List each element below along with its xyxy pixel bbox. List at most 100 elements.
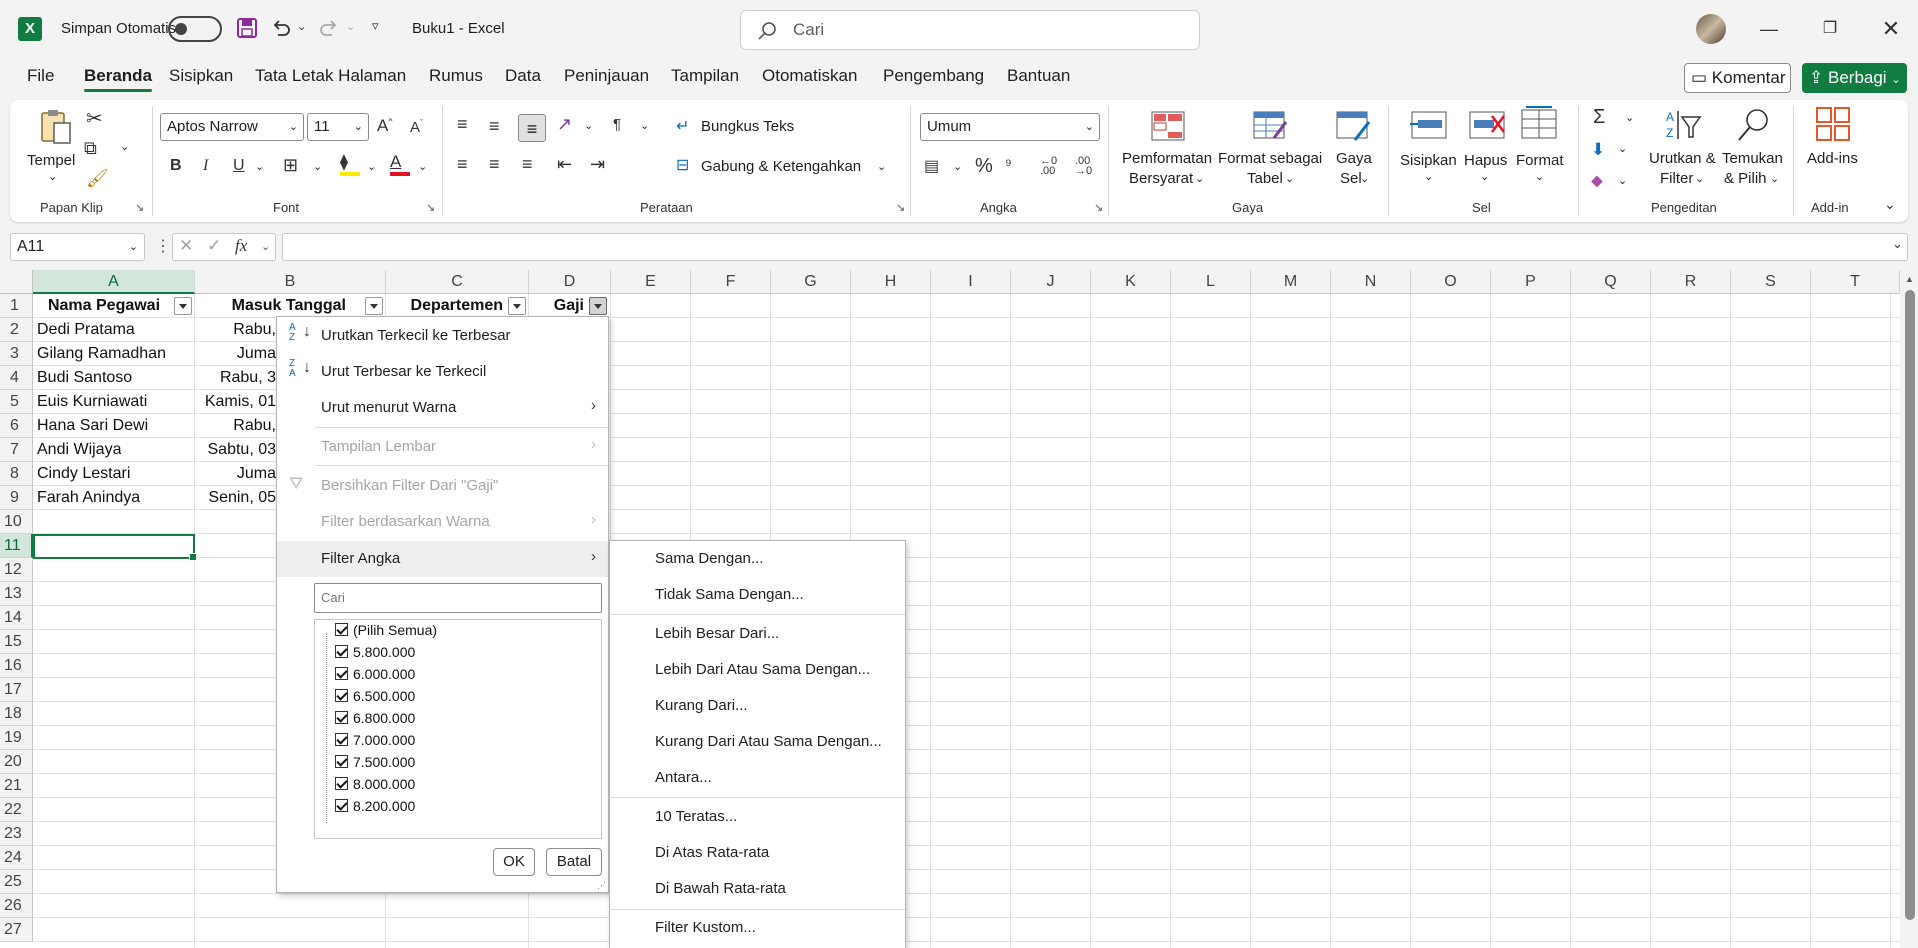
italic-button[interactable]: I	[203, 157, 208, 175]
row-header[interactable]: 25	[0, 870, 33, 894]
column-header[interactable]: K	[1091, 270, 1171, 294]
column-header[interactable]: S	[1731, 270, 1811, 294]
cell-styles-label-2[interactable]: Sel	[1340, 170, 1362, 187]
column-header[interactable]: C	[386, 270, 529, 294]
increase-font-icon[interactable]: A^	[377, 116, 393, 136]
row-header[interactable]: 11	[0, 534, 33, 558]
insert-cells-dropdown-icon[interactable]: ⌄	[1424, 170, 1433, 183]
currency-dropdown-icon[interactable]: ⌄	[953, 160, 962, 173]
conditional-formatting-dropdown-icon[interactable]: ⌄	[1195, 172, 1204, 185]
align-left-icon[interactable]: ≡	[457, 154, 468, 175]
font-launcher-icon[interactable]: ↘	[426, 201, 435, 214]
row-header[interactable]: 12	[0, 558, 33, 582]
table-cell[interactable]: Budi Santoso	[37, 366, 132, 390]
fill-icon[interactable]: ⬇	[1591, 140, 1605, 160]
table-cell[interactable]: Euis Kurniawati	[37, 390, 147, 414]
format-as-table-label-2[interactable]: Tabel	[1247, 170, 1283, 187]
submenu-item[interactable]: Antara...	[655, 769, 712, 786]
submenu-item[interactable]: Lebih Dari Atau Sama Dengan...	[655, 661, 870, 678]
paste-dropdown-icon[interactable]: ⌄	[48, 170, 57, 183]
row-header[interactable]: 24	[0, 846, 33, 870]
table-header-cell[interactable]: Departemen	[387, 294, 509, 318]
row-header[interactable]: 21	[0, 774, 33, 798]
submenu-item[interactable]: Kurang Dari...	[655, 697, 748, 714]
table-cell[interactable]: Andi Wijaya	[37, 438, 121, 462]
find-select-dropdown-icon[interactable]: ⌄	[1770, 172, 1779, 185]
merge-center-button[interactable]: Gabung & Ketengahkan	[701, 158, 861, 175]
column-header[interactable]: E	[611, 270, 691, 294]
column-header[interactable]: P	[1491, 270, 1571, 294]
row-header[interactable]: 26	[0, 894, 33, 918]
paste-label[interactable]: Tempel	[27, 152, 75, 169]
find-select-label-1[interactable]: Temukan	[1722, 150, 1783, 167]
collapse-ribbon-icon[interactable]: ⌄	[1884, 196, 1896, 213]
alignment-launcher-icon[interactable]: ↘	[896, 201, 905, 214]
table-cell[interactable]: Dedi Pratama	[37, 318, 135, 342]
paste-icon[interactable]	[36, 107, 76, 147]
minimize-icon[interactable]: —	[1754, 14, 1784, 44]
checkbox[interactable]	[335, 755, 348, 768]
tab-rumus[interactable]: Rumus	[429, 66, 483, 86]
submenu-item[interactable]: 10 Teratas...	[655, 808, 737, 825]
row-header[interactable]: 10	[0, 510, 33, 534]
submenu-item[interactable]: Tidak Sama Dengan...	[655, 586, 804, 603]
orientation-dropdown-icon[interactable]: ⌄	[584, 119, 593, 132]
scroll-up-icon[interactable]: ▲	[1905, 274, 1914, 284]
checkbox[interactable]	[335, 623, 348, 636]
insert-cells-label[interactable]: Sisipkan	[1400, 152, 1457, 169]
share-button[interactable]: ⇪ Berbagi ⌄	[1802, 63, 1907, 93]
column-header[interactable]: R	[1651, 270, 1731, 294]
table-cell[interactable]: Juma	[196, 342, 276, 366]
cell-styles-label-1[interactable]: Gaya	[1336, 150, 1372, 167]
search-box[interactable]: Cari	[740, 10, 1200, 50]
format-as-table-label-1[interactable]: Format sebagai	[1218, 150, 1322, 167]
format-as-table-icon[interactable]	[1252, 108, 1288, 144]
filter-search-input[interactable]: Cari	[314, 583, 602, 613]
orientation-icon[interactable]: ↗	[557, 114, 572, 135]
scrollbar-thumb[interactable]	[1905, 290, 1915, 920]
column-header[interactable]: A	[33, 270, 195, 294]
row-header[interactable]: 6	[0, 414, 33, 438]
conditional-formatting-label-2[interactable]: Bersyarat	[1129, 170, 1193, 187]
function-dropdown-icon[interactable]: ⌄	[261, 240, 270, 253]
checkbox[interactable]	[335, 733, 348, 746]
tab-beranda[interactable]: Beranda	[84, 66, 153, 92]
tab-sisipkan[interactable]: Sisipkan	[169, 66, 233, 86]
row-header[interactable]: 18	[0, 702, 33, 726]
underline-button[interactable]: U	[233, 157, 245, 175]
column-header[interactable]: L	[1171, 270, 1251, 294]
tab-pengembang[interactable]: Pengembang	[883, 66, 984, 86]
column-header[interactable]: F	[691, 270, 771, 294]
row-header[interactable]: 3	[0, 342, 33, 366]
column-header[interactable]: M	[1251, 270, 1331, 294]
sort-filter-icon[interactable]: AZ	[1664, 107, 1704, 143]
row-header[interactable]: 23	[0, 822, 33, 846]
table-cell[interactable]: Juma	[196, 462, 276, 486]
row-header[interactable]: 13	[0, 582, 33, 606]
checkbox[interactable]	[335, 799, 348, 812]
filter-dropdown-button[interactable]	[365, 297, 383, 315]
undo-dropdown-icon[interactable]: ⌄	[297, 20, 306, 33]
row-header[interactable]: 17	[0, 678, 33, 702]
row-header[interactable]: 20	[0, 750, 33, 774]
submenu-item[interactable]: Filter Kustom...	[655, 919, 756, 936]
copy-icon[interactable]: ⧉	[84, 138, 97, 159]
row-header[interactable]: 5	[0, 390, 33, 414]
table-cell[interactable]: Farah Anindya	[37, 486, 140, 510]
wrap-text-icon[interactable]: ↵	[676, 116, 689, 136]
tab-peninjauan[interactable]: Peninjauan	[564, 66, 649, 86]
font-color-dropdown-icon[interactable]: ⌄	[418, 160, 427, 173]
fill-color-icon[interactable]: ⧫	[340, 152, 362, 176]
filter-value-label[interactable]: 8.200.000	[353, 798, 415, 814]
add-ins-label[interactable]: Add-ins	[1807, 150, 1858, 167]
autosum-dropdown-icon[interactable]: ⌄	[1625, 111, 1634, 124]
cell-styles-icon[interactable]	[1335, 108, 1371, 144]
restore-icon[interactable]: ❐	[1815, 14, 1845, 44]
conditional-formatting-icon[interactable]	[1150, 108, 1186, 144]
checkbox[interactable]	[335, 689, 348, 702]
submenu-item[interactable]: Sama Dengan...	[655, 550, 763, 567]
merge-dropdown-icon[interactable]: ⌄	[877, 160, 886, 173]
menu-item-number-filters[interactable]: Filter Angka	[321, 550, 400, 567]
cancel-entry-icon[interactable]: ✕	[179, 236, 193, 256]
sort-filter-dropdown-icon[interactable]: ⌄	[1695, 172, 1704, 185]
